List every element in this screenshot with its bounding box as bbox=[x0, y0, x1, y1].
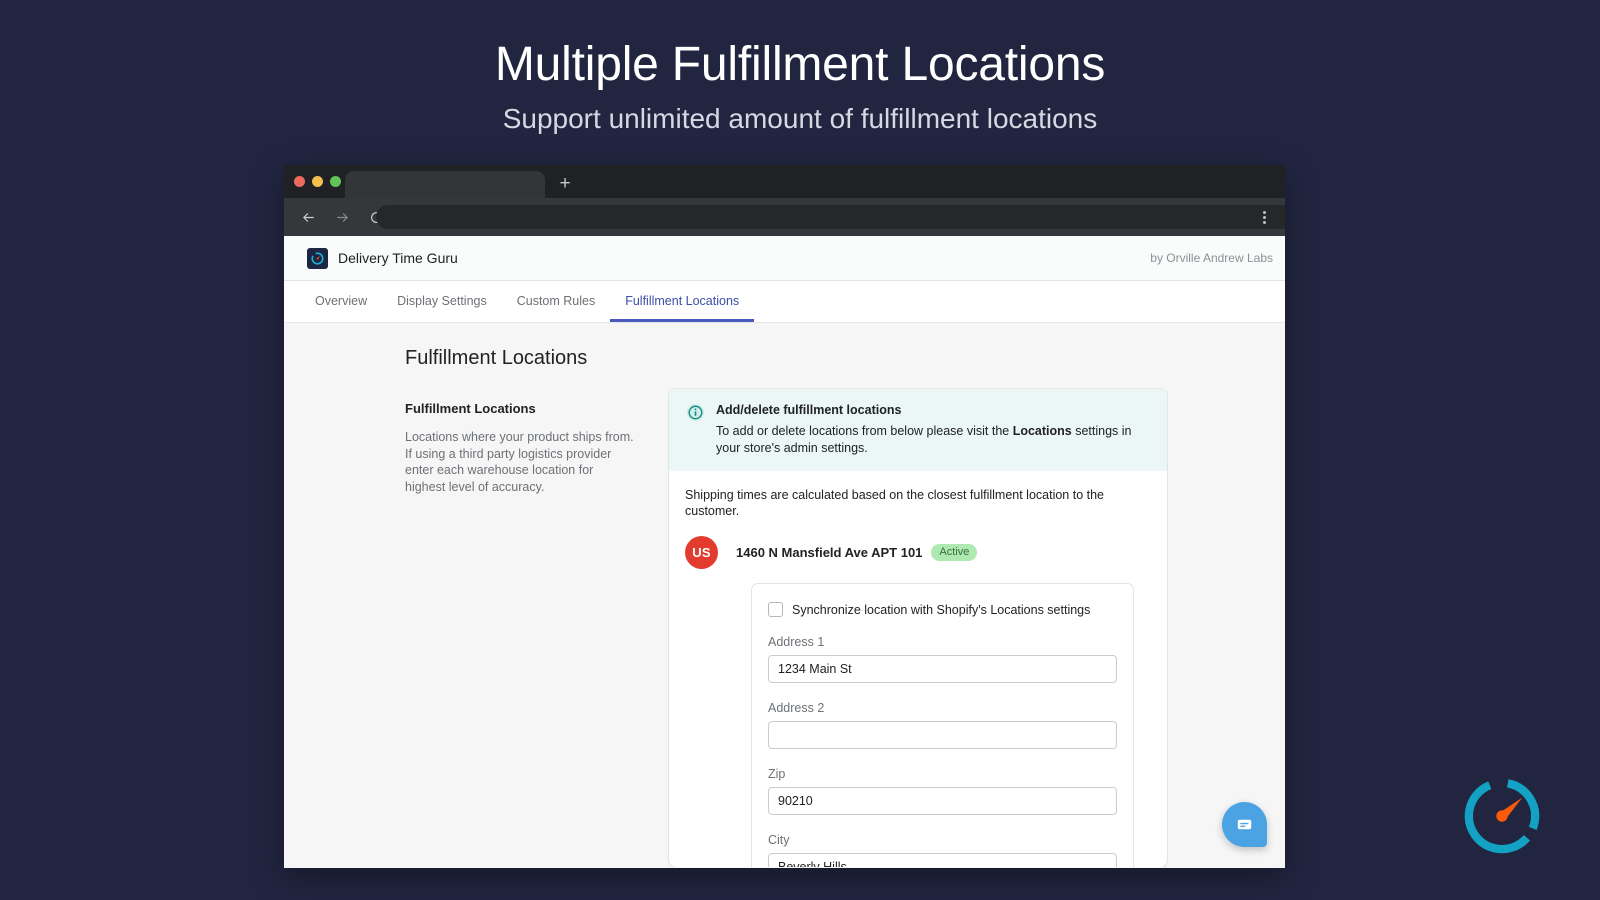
sync-checkbox-label: Synchronize location with Shopify's Loca… bbox=[792, 603, 1090, 617]
info-banner-title: Add/delete fulfillment locations bbox=[716, 402, 1148, 418]
address-2-input[interactable] bbox=[768, 721, 1117, 749]
back-arrow-icon[interactable] bbox=[294, 203, 322, 231]
section-description: Locations where your product ships from.… bbox=[405, 429, 637, 495]
speedometer-icon bbox=[307, 248, 328, 269]
settings-card: Add/delete fulfillment locations To add … bbox=[669, 389, 1167, 867]
new-tab-button[interactable]: + bbox=[552, 173, 578, 195]
field-label: City bbox=[768, 832, 1117, 848]
brand-speedometer-logo bbox=[1456, 770, 1548, 862]
location-form: Synchronize location with Shopify's Loca… bbox=[751, 583, 1134, 867]
address-bar[interactable] bbox=[376, 205, 1285, 229]
banner-text-bold: Locations bbox=[1013, 424, 1072, 438]
tab-display-settings[interactable]: Display Settings bbox=[382, 294, 502, 322]
browser-tab[interactable] bbox=[345, 171, 545, 198]
sync-checkbox[interactable] bbox=[768, 602, 783, 617]
app-tab-bar: Overview Display Settings Custom Rules F… bbox=[284, 281, 1285, 323]
info-circle-icon bbox=[686, 403, 705, 456]
page-title: Fulfillment Locations bbox=[405, 347, 587, 370]
browser-toolbar bbox=[284, 198, 1285, 236]
chat-bubble-icon bbox=[1235, 815, 1254, 834]
field-label: Address 2 bbox=[768, 700, 1117, 716]
location-header-row: US 1460 N Mansfield Ave APT 101 Active bbox=[669, 519, 1167, 569]
maximize-window-button[interactable] bbox=[330, 176, 341, 187]
field-label: Address 1 bbox=[768, 634, 1117, 650]
field-city: City Beverly Hills bbox=[768, 832, 1117, 867]
hero-section: Multiple Fulfillment Locations Support u… bbox=[0, 0, 1600, 136]
browser-window: + bbox=[284, 165, 1285, 868]
kebab-menu-icon[interactable] bbox=[1255, 208, 1273, 226]
shipping-note: Shipping times are calculated based on t… bbox=[669, 471, 1167, 519]
field-address-1: Address 1 1234 Main St bbox=[768, 634, 1117, 683]
section-heading: Fulfillment Locations bbox=[405, 401, 637, 417]
tab-fulfillment-locations[interactable]: Fulfillment Locations bbox=[610, 294, 754, 322]
app-byline: by Orville Andrew Labs bbox=[1150, 251, 1273, 265]
app-title: Delivery Time Guru bbox=[338, 250, 458, 266]
window-controls[interactable] bbox=[294, 176, 341, 187]
field-zip: Zip 90210 bbox=[768, 766, 1117, 815]
tab-overview[interactable]: Overview bbox=[300, 294, 382, 322]
sync-checkbox-row[interactable]: Synchronize location with Shopify's Loca… bbox=[768, 602, 1117, 617]
hero-subtitle: Support unlimited amount of fulfillment … bbox=[0, 102, 1600, 136]
info-banner: Add/delete fulfillment locations To add … bbox=[669, 389, 1167, 471]
status-badge: Active bbox=[931, 544, 977, 561]
page-content: Fulfillment Locations Fulfillment Locati… bbox=[284, 323, 1285, 867]
forward-arrow-icon[interactable] bbox=[328, 203, 356, 231]
screenshot-root: Multiple Fulfillment Locations Support u… bbox=[0, 0, 1600, 900]
app-shell: Delivery Time Guru by Orville Andrew Lab… bbox=[284, 236, 1285, 868]
hero-title: Multiple Fulfillment Locations bbox=[0, 36, 1600, 94]
field-label: Zip bbox=[768, 766, 1117, 782]
app-header: Delivery Time Guru by Orville Andrew Lab… bbox=[284, 236, 1285, 281]
country-flag-badge: US bbox=[685, 536, 718, 569]
field-address-2: Address 2 bbox=[768, 700, 1117, 749]
banner-text-before: To add or delete locations from below pl… bbox=[716, 424, 1013, 438]
chat-widget-button[interactable] bbox=[1222, 802, 1267, 847]
tab-custom-rules[interactable]: Custom Rules bbox=[502, 294, 611, 322]
address-1-input[interactable]: 1234 Main St bbox=[768, 655, 1117, 683]
zip-input[interactable]: 90210 bbox=[768, 787, 1117, 815]
minimize-window-button[interactable] bbox=[312, 176, 323, 187]
section-description-column: Fulfillment Locations Locations where yo… bbox=[405, 401, 637, 495]
city-input[interactable]: Beverly Hills bbox=[768, 853, 1117, 867]
location-name: 1460 N Mansfield Ave APT 101 bbox=[736, 545, 922, 560]
close-window-button[interactable] bbox=[294, 176, 305, 187]
browser-tab-strip: + bbox=[284, 165, 1285, 198]
speedometer-icon bbox=[1456, 770, 1548, 862]
info-banner-text: To add or delete locations from below pl… bbox=[716, 423, 1148, 456]
